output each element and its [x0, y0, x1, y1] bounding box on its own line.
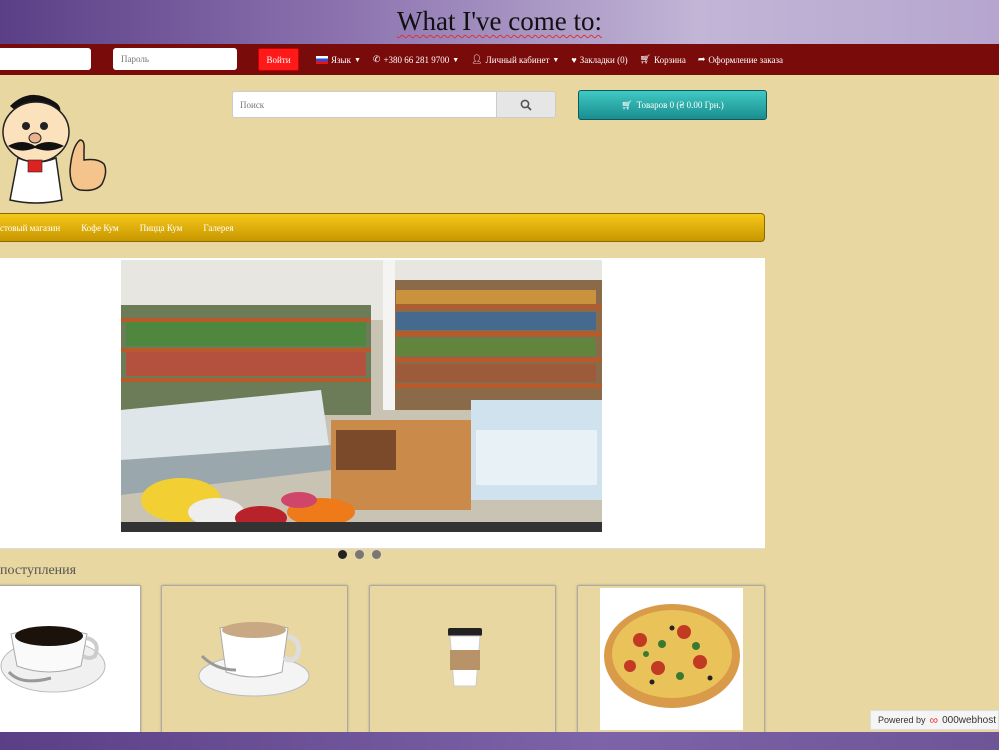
search-icon — [520, 99, 532, 111]
email-field[interactable] — [0, 48, 91, 70]
product-card[interactable] — [161, 585, 348, 733]
account-label: Личный кабинет — [485, 54, 550, 65]
heart-icon: ♥ — [571, 54, 577, 65]
language-label: Язык — [331, 54, 351, 65]
slide-title-banner: What I've come to: — [0, 0, 999, 44]
cart-summary-label: Товаров 0 (₴ 0.00 Грн.) — [636, 100, 724, 110]
top-links: Язык ▼ ✆ +380 66 281 9700 ▼ 👤︎ Личный ка… — [316, 54, 783, 65]
share-icon: ➦ — [697, 54, 706, 64]
search-input[interactable] — [232, 91, 498, 118]
phone-number: +380 66 281 9700 — [383, 54, 450, 65]
menu-item-pizza[interactable]: Пицца Кум — [140, 223, 183, 233]
user-icon: 👤︎ — [471, 54, 483, 64]
hosting-badge[interactable]: Powered by ∞ 000webhost — [870, 710, 999, 730]
shopping-cart-icon: 🛒︎ — [639, 54, 652, 64]
shopping-cart-icon: 🛒︎ — [621, 99, 633, 110]
caret-down-icon: ▼ — [552, 55, 560, 64]
new-arrivals-heading: поступления — [0, 563, 77, 578]
bookmarks-label: Закладки (0) — [579, 54, 628, 65]
caret-down-icon: ▼ — [452, 55, 460, 64]
slideshow-pagination — [338, 550, 381, 559]
language-dropdown[interactable]: Язык ▼ — [316, 54, 361, 65]
caret-down-icon: ▼ — [353, 55, 361, 64]
menu-item-gallery[interactable]: Галерея — [203, 223, 233, 233]
store-interior-photo — [121, 260, 602, 532]
menu-item-coffee[interactable]: Кофе Кум — [81, 223, 119, 233]
search-button[interactable] — [496, 91, 556, 118]
mascot-logo[interactable] — [0, 88, 115, 206]
slide-dot[interactable] — [372, 550, 381, 559]
product-card[interactable] — [0, 585, 141, 733]
top-navigation: Войти Язык ▼ ✆ +380 66 281 9700 ▼ 👤︎ Лич… — [0, 44, 999, 75]
slide-dot[interactable] — [355, 550, 364, 559]
login-button[interactable]: Войти — [258, 48, 299, 71]
cappuccino-cup-image — [198, 622, 310, 697]
slide-dot[interactable] — [338, 550, 347, 559]
phone-link[interactable]: ✆ +380 66 281 9700 ▼ — [373, 54, 459, 65]
product-card[interactable] — [577, 585, 765, 733]
coffee-cup-image — [0, 586, 140, 732]
cart-summary-button[interactable]: 🛒︎ Товаров 0 (₴ 0.00 Грн.) — [578, 90, 767, 120]
russian-flag-icon — [316, 55, 328, 64]
pizza-image — [600, 588, 743, 730]
webhost-logo-icon: ∞ — [929, 713, 939, 727]
slide-title: What I've come to: — [396, 6, 603, 36]
hosting-brand: 000webhost — [942, 714, 997, 726]
cart-link[interactable]: 🛒︎ Корзина — [640, 54, 686, 65]
phone-icon: ✆ — [372, 54, 381, 64]
menu-item-store[interactable]: стовый магазин — [0, 223, 60, 233]
main-menu: стовый магазин Кофе Кум Пицца Кум Галере… — [0, 213, 765, 242]
slide-bottom-bar — [0, 732, 999, 750]
product-card[interactable] — [369, 585, 556, 733]
account-dropdown[interactable]: 👤︎ Личный кабинет ▼ — [471, 54, 559, 65]
password-field[interactable] — [113, 48, 237, 70]
checkout-label: Оформление заказа — [708, 54, 784, 65]
slideshow[interactable] — [0, 258, 765, 549]
checkout-link[interactable]: ➦ Оформление заказа — [698, 54, 783, 65]
cart-label: Корзина — [654, 54, 686, 65]
takeaway-coffee-image — [448, 628, 482, 687]
bookmarks-link[interactable]: ♥ Закладки (0) — [571, 54, 627, 65]
powered-by-label: Powered by — [878, 715, 926, 725]
